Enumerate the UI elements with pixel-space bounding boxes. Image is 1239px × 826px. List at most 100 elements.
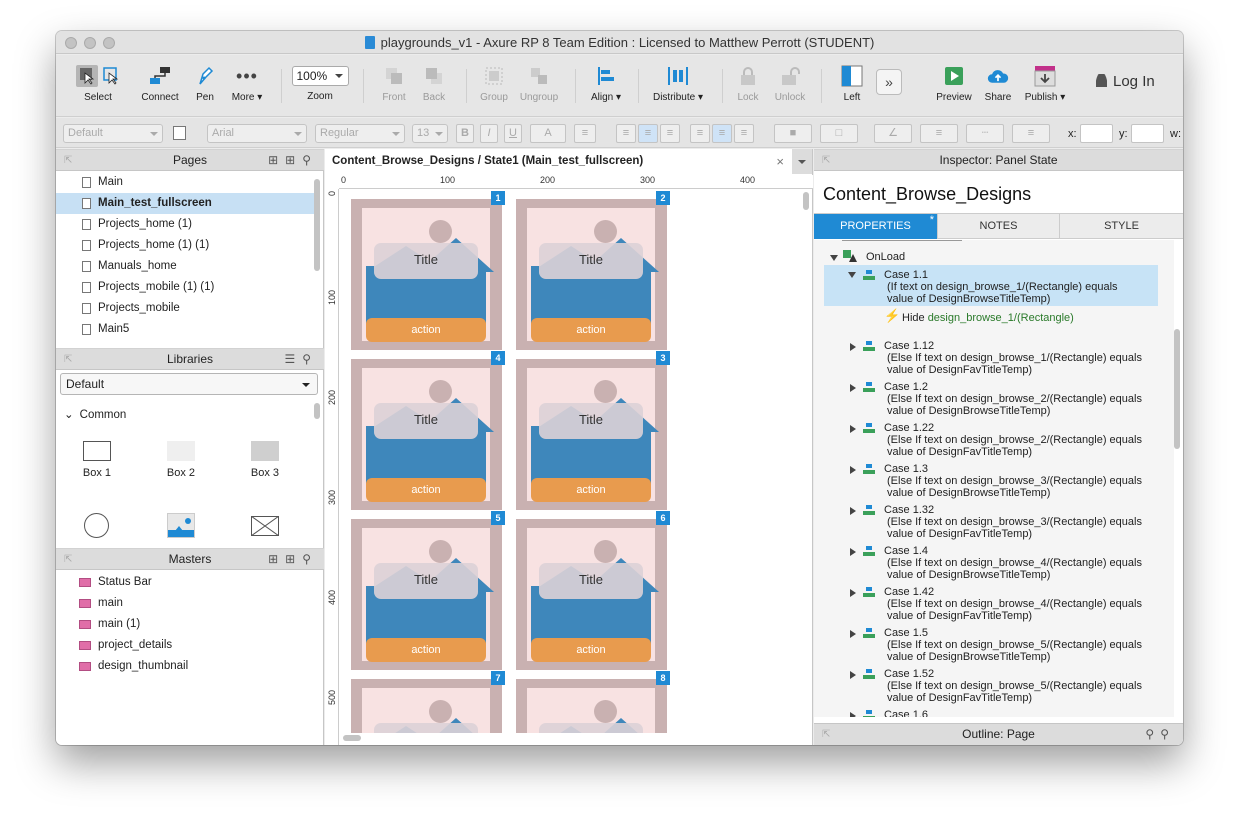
- more-tools-menu[interactable]: ••• More ▾: [226, 65, 268, 104]
- pages-scrollbar[interactable]: [314, 179, 320, 271]
- interaction-case[interactable]: Case 1.6(Else If text on design_browse_6…: [884, 709, 1142, 717]
- canvas-card[interactable]: 7: [351, 671, 505, 733]
- italic-button[interactable]: I: [480, 124, 498, 143]
- interaction-case[interactable]: Case 1.32 (Else If text on design_browse_…: [884, 504, 1142, 540]
- pin-icon[interactable]: ⇱: [64, 349, 72, 370]
- tab-properties[interactable]: PROPERTIES *: [814, 214, 938, 239]
- ellipse-widget-icon[interactable]: [84, 513, 109, 538]
- search-icon[interactable]: ⚲: [1160, 727, 1175, 741]
- expand-toggle[interactable]: [830, 255, 838, 261]
- interaction-case[interactable]: Case 1.2 (Else If text on design_browse_2…: [884, 381, 1142, 417]
- expand-toggle[interactable]: [850, 548, 856, 556]
- interaction-case[interactable]: Case 1.1 (If text on design_browse_1/(Rec…: [884, 269, 1118, 305]
- card-title[interactable]: Title: [539, 563, 643, 599]
- pin-icon[interactable]: ⇱: [64, 150, 72, 171]
- align-top-button[interactable]: ≡: [690, 124, 710, 143]
- font-select[interactable]: Arial: [207, 124, 307, 143]
- font-color-button[interactable]: A: [530, 124, 566, 143]
- card-action-button[interactable]: action: [531, 638, 651, 662]
- add-page-icon[interactable]: ⊞: [268, 153, 285, 167]
- page-item[interactable]: Projects_home (1) (1): [56, 235, 318, 256]
- library-select[interactable]: Default: [60, 373, 318, 395]
- master-item[interactable]: project_details: [56, 635, 324, 656]
- canvas-card[interactable]: Title action 2: [516, 191, 670, 350]
- align-menu[interactable]: Align ▾: [584, 65, 628, 103]
- editor-tab[interactable]: Content_Browse_Designs / State1 (Main_te…: [325, 149, 793, 174]
- card-action-button[interactable]: action: [366, 478, 486, 502]
- interaction-case[interactable]: Case 1.12 (Else If text on design_browse_…: [884, 340, 1142, 376]
- interaction-case[interactable]: Case 1.52 (Else If text on design_browse_…: [884, 668, 1142, 704]
- filter-icon[interactable]: ⚲: [1145, 727, 1160, 741]
- page-item-selected[interactable]: Main_test_fullscreen: [56, 193, 318, 214]
- expand-toggle[interactable]: [850, 671, 856, 679]
- publish-menu[interactable]: Publish ▾: [1020, 65, 1070, 103]
- add-folder-icon[interactable]: ⊞: [285, 153, 302, 167]
- line-pattern-button[interactable]: ┈: [966, 124, 1004, 143]
- distribute-menu[interactable]: Distribute ▾: [646, 65, 710, 103]
- canvas-card[interactable]: Title action 6: [516, 511, 670, 670]
- interaction-case[interactable]: Case 1.42 (Else If text on design_browse_…: [884, 586, 1142, 622]
- select-tool[interactable]: Select: [66, 65, 130, 103]
- share-button[interactable]: Share: [978, 65, 1018, 103]
- group-button[interactable]: Group: [474, 65, 514, 103]
- shadow-button[interactable]: □: [820, 124, 858, 143]
- expand-toggle[interactable]: [850, 466, 856, 474]
- arrow-style-button[interactable]: ≡: [1012, 124, 1050, 143]
- card-title[interactable]: Title: [539, 403, 643, 439]
- fill-color-button[interactable]: ■: [774, 124, 812, 143]
- bring-front-button[interactable]: Front: [374, 65, 414, 103]
- style-select[interactable]: Default: [63, 124, 163, 143]
- card-title[interactable]: Title: [374, 243, 478, 279]
- page-item[interactable]: Projects_home (1): [56, 214, 318, 235]
- expand-toggle[interactable]: [848, 272, 856, 278]
- card-action-button[interactable]: action: [366, 638, 486, 662]
- style-editor-icon[interactable]: [173, 126, 186, 140]
- zoom-control[interactable]: 100% Zoom: [290, 66, 350, 102]
- zoom-select[interactable]: 100%: [291, 66, 349, 86]
- close-tab-icon[interactable]: ×: [776, 149, 784, 174]
- font-size-select[interactable]: 13: [412, 124, 448, 143]
- card-action-button[interactable]: action: [531, 318, 651, 342]
- page-item[interactable]: Projects_mobile: [56, 298, 318, 319]
- font-weight-select[interactable]: Regular: [315, 124, 405, 143]
- card-title[interactable]: Title: [374, 403, 478, 439]
- action-hide[interactable]: Hide design_browse_1/(Rectangle): [902, 312, 1074, 324]
- align-middle-button[interactable]: ≡: [712, 124, 732, 143]
- canvas-card[interactable]: Title action 1: [351, 191, 505, 350]
- image-widget-icon[interactable]: [167, 513, 195, 538]
- underline-button[interactable]: U: [504, 124, 522, 143]
- minimize-window-button[interactable]: [84, 37, 96, 49]
- card-action-button[interactable]: action: [531, 478, 651, 502]
- card-title[interactable]: [539, 723, 643, 733]
- pin-icon[interactable]: ⇱: [822, 150, 830, 171]
- design-canvas[interactable]: Title action 1 Title action 2 Title action 4 Titl…: [340, 190, 810, 733]
- page-item[interactable]: Main: [56, 172, 318, 193]
- interaction-case[interactable]: Case 1.22 (Else If text on design_browse_…: [884, 422, 1142, 458]
- interaction-case[interactable]: Case 1.3 (Else If text on design_browse_3…: [884, 463, 1142, 499]
- pin-icon[interactable]: ⇱: [822, 724, 830, 745]
- zoom-window-button[interactable]: [103, 37, 115, 49]
- canvas-horizontal-scrollbar[interactable]: [343, 735, 361, 741]
- panel-state-name[interactable]: Content_Browse_Designs: [823, 184, 1031, 205]
- canvas-card[interactable]: Title action 4: [351, 351, 505, 510]
- expand-toggle[interactable]: [850, 630, 856, 638]
- align-text-center-button[interactable]: ≡: [638, 124, 658, 143]
- search-icon[interactable]: ⚲: [302, 153, 318, 167]
- x-input[interactable]: [1080, 124, 1113, 143]
- connect-tool[interactable]: Connect: [136, 65, 184, 103]
- add-master-icon[interactable]: ⊞: [268, 552, 285, 566]
- expand-toggle[interactable]: [850, 507, 856, 515]
- interaction-case[interactable]: Case 1.5 (Else If text on design_browse_5…: [884, 627, 1142, 663]
- left-panel-toggle[interactable]: Left: [830, 65, 874, 103]
- send-back-button[interactable]: Back: [414, 65, 454, 103]
- box3-widget[interactable]: Box 3: [235, 441, 295, 479]
- card-title[interactable]: [374, 723, 478, 733]
- page-item[interactable]: Main5: [56, 319, 318, 340]
- unlock-button[interactable]: Unlock: [768, 65, 812, 103]
- pin-icon[interactable]: ⇱: [64, 549, 72, 570]
- menu-icon[interactable]: ☰: [284, 352, 302, 366]
- align-bottom-button[interactable]: ≡: [734, 124, 754, 143]
- box2-widget[interactable]: Box 2: [151, 441, 211, 479]
- master-item[interactable]: design_thumbnail: [56, 656, 324, 677]
- libraries-scrollbar[interactable]: [314, 403, 320, 419]
